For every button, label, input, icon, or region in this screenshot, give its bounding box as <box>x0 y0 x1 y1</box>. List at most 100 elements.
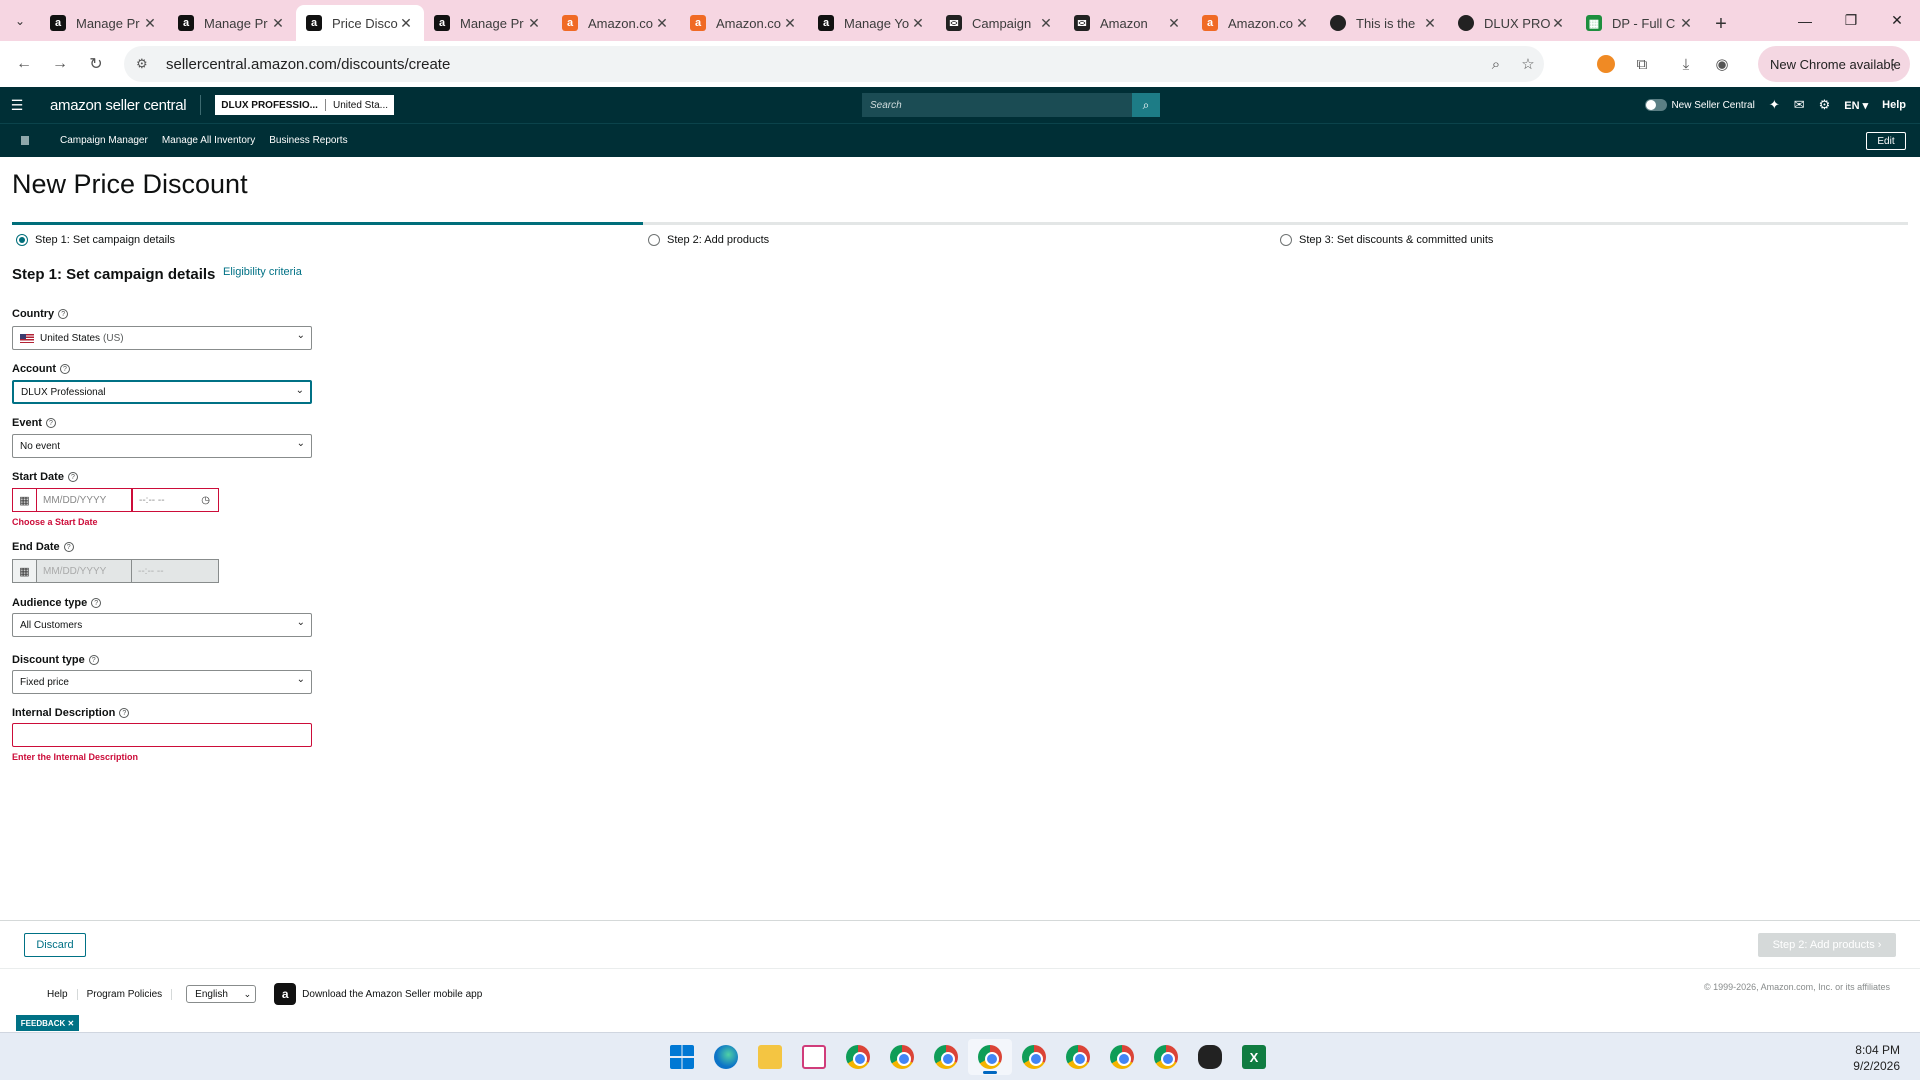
help-link[interactable]: Help <box>1882 99 1906 111</box>
browser-tab[interactable]: This is the ✕ <box>1320 6 1448 40</box>
taskbar-chrome[interactable] <box>836 1039 880 1075</box>
back-icon[interactable]: ← <box>6 46 42 82</box>
taskbar-chrome[interactable] <box>880 1039 924 1075</box>
country-select[interactable]: United States (US) ⌄ <box>12 326 312 350</box>
radio-icon[interactable] <box>1280 234 1292 246</box>
zoom-icon[interactable]: ⌕ <box>1480 56 1512 73</box>
browser-tab[interactable]: a Amazon.co ✕ <box>552 6 680 40</box>
help-icon[interactable]: ? <box>60 364 70 374</box>
tab-close-icon[interactable]: ✕ <box>1166 15 1182 32</box>
browser-tab-active[interactable]: a Price Disco ✕ <box>296 5 424 41</box>
help-icon[interactable]: ? <box>91 598 102 608</box>
discount-type-select[interactable]: Fixed price ⌄ <box>12 670 312 694</box>
taskbar-chrome[interactable] <box>1100 1039 1144 1075</box>
tab-close-icon[interactable]: ✕ <box>782 15 798 32</box>
browser-tab[interactable]: a Amazon.co ✕ <box>680 6 808 40</box>
end-time-input[interactable]: --:-- -- <box>132 559 219 583</box>
tab-close-icon[interactable]: ✕ <box>1038 15 1054 32</box>
audience-type-select[interactable]: All Customers ⌄ <box>12 613 312 637</box>
step-2[interactable]: Step 2: Add products <box>648 234 769 246</box>
nav-link-campaign-manager[interactable]: Campaign Manager <box>60 135 148 146</box>
help-icon[interactable]: ? <box>88 655 99 665</box>
taskbar-messaging[interactable] <box>1188 1039 1232 1075</box>
taskbar-chrome[interactable] <box>1012 1039 1056 1075</box>
hamburger-menu-icon[interactable]: ☰ <box>0 97 34 114</box>
help-icon[interactable]: ? <box>119 708 130 718</box>
feedback-button[interactable]: FEEDBACK ✕ <box>16 1015 79 1031</box>
account-select[interactable]: DLUX Professional ⌄ <box>12 380 312 404</box>
next-step-button[interactable]: Step 2: Add products › <box>1758 933 1896 957</box>
new-chrome-available-button[interactable]: New Chrome available ⋮ <box>1758 46 1910 82</box>
help-icon[interactable]: ? <box>67 472 78 482</box>
taskbar-chrome[interactable] <box>1056 1039 1100 1075</box>
tab-close-icon[interactable]: ✕ <box>654 15 670 32</box>
footer-program-policies-link[interactable]: Program Policies <box>78 988 173 1000</box>
taskbar-excel[interactable]: X <box>1232 1039 1276 1075</box>
browser-tab[interactable]: ✉ Amazon ✕ <box>1064 6 1192 40</box>
site-info-icon[interactable]: ⚙ <box>136 56 156 72</box>
browser-tab[interactable]: a Amazon.co ✕ <box>1192 6 1320 40</box>
url-text[interactable]: sellercentral.amazon.com/discounts/creat… <box>166 56 1480 73</box>
restore-icon[interactable]: ❐ <box>1828 0 1874 41</box>
taskbar-chrome-active[interactable] <box>968 1039 1012 1075</box>
mobile-app-link[interactable]: Download the Amazon Seller mobile app <box>302 989 482 1000</box>
profile-icon[interactable]: ◉ <box>1704 46 1740 82</box>
tab-close-icon[interactable]: ✕ <box>1294 15 1310 32</box>
start-button[interactable] <box>660 1039 704 1075</box>
browser-tab[interactable]: a Manage Pr ✕ <box>40 6 168 40</box>
reload-icon[interactable]: ↻ <box>78 46 114 82</box>
account-switcher[interactable]: DLUX PROFESSIO... United Sta... <box>215 95 394 115</box>
tab-close-icon[interactable]: ✕ <box>526 15 542 32</box>
mail-icon[interactable]: ✉ <box>1794 97 1805 113</box>
browser-tab[interactable]: a Manage Pr ✕ <box>168 6 296 40</box>
tab-close-icon[interactable]: ✕ <box>1422 15 1438 32</box>
forward-icon[interactable]: → <box>42 46 78 82</box>
internal-description-input[interactable] <box>12 723 312 747</box>
event-select[interactable]: No event ⌄ <box>12 434 312 458</box>
sparkle-icon[interactable]: ✦ <box>1769 97 1780 113</box>
taskbar-file-explorer[interactable] <box>748 1039 792 1075</box>
extensions-puzzle-icon[interactable]: ⧉ <box>1624 46 1660 82</box>
bookmark-star-icon[interactable]: ☆ <box>1512 55 1544 73</box>
taskbar-edge[interactable] <box>704 1039 748 1075</box>
browser-tab[interactable]: ✉ Campaign ✕ <box>936 6 1064 40</box>
browser-tab[interactable]: a Manage Yo ✕ <box>808 6 936 40</box>
tab-close-icon[interactable]: ✕ <box>1550 15 1566 32</box>
tab-close-icon[interactable]: ✕ <box>142 15 158 32</box>
more-menu-icon[interactable]: ⋮ <box>1886 56 1900 73</box>
close-window-icon[interactable]: ✕ <box>1874 0 1920 41</box>
calendar-icon[interactable]: ▦ <box>12 559 36 583</box>
new-tab-button[interactable]: + <box>1704 7 1738 41</box>
tab-close-icon[interactable]: ✕ <box>270 15 286 32</box>
language-select[interactable]: English ⌄ <box>186 985 257 1003</box>
radio-icon[interactable] <box>648 234 660 246</box>
step-3[interactable]: Step 3: Set discounts & committed units <box>1280 234 1493 246</box>
taskbar-chrome[interactable] <box>924 1039 968 1075</box>
calendar-icon[interactable]: ▦ <box>12 488 36 512</box>
download-icon[interactable]: ⤓ <box>1668 46 1704 82</box>
edit-bookmarks-button[interactable]: Edit <box>1866 132 1906 150</box>
gear-icon[interactable]: ⚙ <box>1819 97 1831 113</box>
tab-close-icon[interactable]: ✕ <box>910 15 926 32</box>
language-menu[interactable]: EN ▾ <box>1844 99 1868 112</box>
taskbar-chrome[interactable] <box>1144 1039 1188 1075</box>
tab-search-icon[interactable]: ⌄ <box>0 0 40 41</box>
help-icon[interactable]: ? <box>45 418 56 428</box>
radio-selected-icon[interactable] <box>16 234 28 246</box>
nav-link-manage-all-inventory[interactable]: Manage All Inventory <box>162 135 255 146</box>
browser-tab[interactable]: ▦ DP - Full C ✕ <box>1576 6 1704 40</box>
new-seller-central-toggle[interactable] <box>1645 99 1668 111</box>
nav-link-business-reports[interactable]: Business Reports <box>269 135 347 146</box>
step-1[interactable]: Step 1: Set campaign details <box>16 234 175 246</box>
taskbar-snipping-tool[interactable] <box>792 1039 836 1075</box>
seller-search-input[interactable]: Search <box>862 93 1132 117</box>
seller-central-logo[interactable]: amazon seller central <box>50 97 187 114</box>
help-icon[interactable]: ? <box>58 309 69 319</box>
end-date-input[interactable]: MM/DD/YYYY <box>36 559 132 583</box>
search-icon[interactable]: ⌕ <box>1132 93 1160 117</box>
eligibility-criteria-link[interactable]: Eligibility criteria <box>223 266 302 278</box>
tab-close-icon[interactable]: ✕ <box>1678 15 1694 32</box>
minimize-icon[interactable]: — <box>1782 0 1828 41</box>
footer-help-link[interactable]: Help <box>47 988 78 1000</box>
address-bar[interactable]: ⚙ sellercentral.amazon.com/discounts/cre… <box>124 46 1544 82</box>
